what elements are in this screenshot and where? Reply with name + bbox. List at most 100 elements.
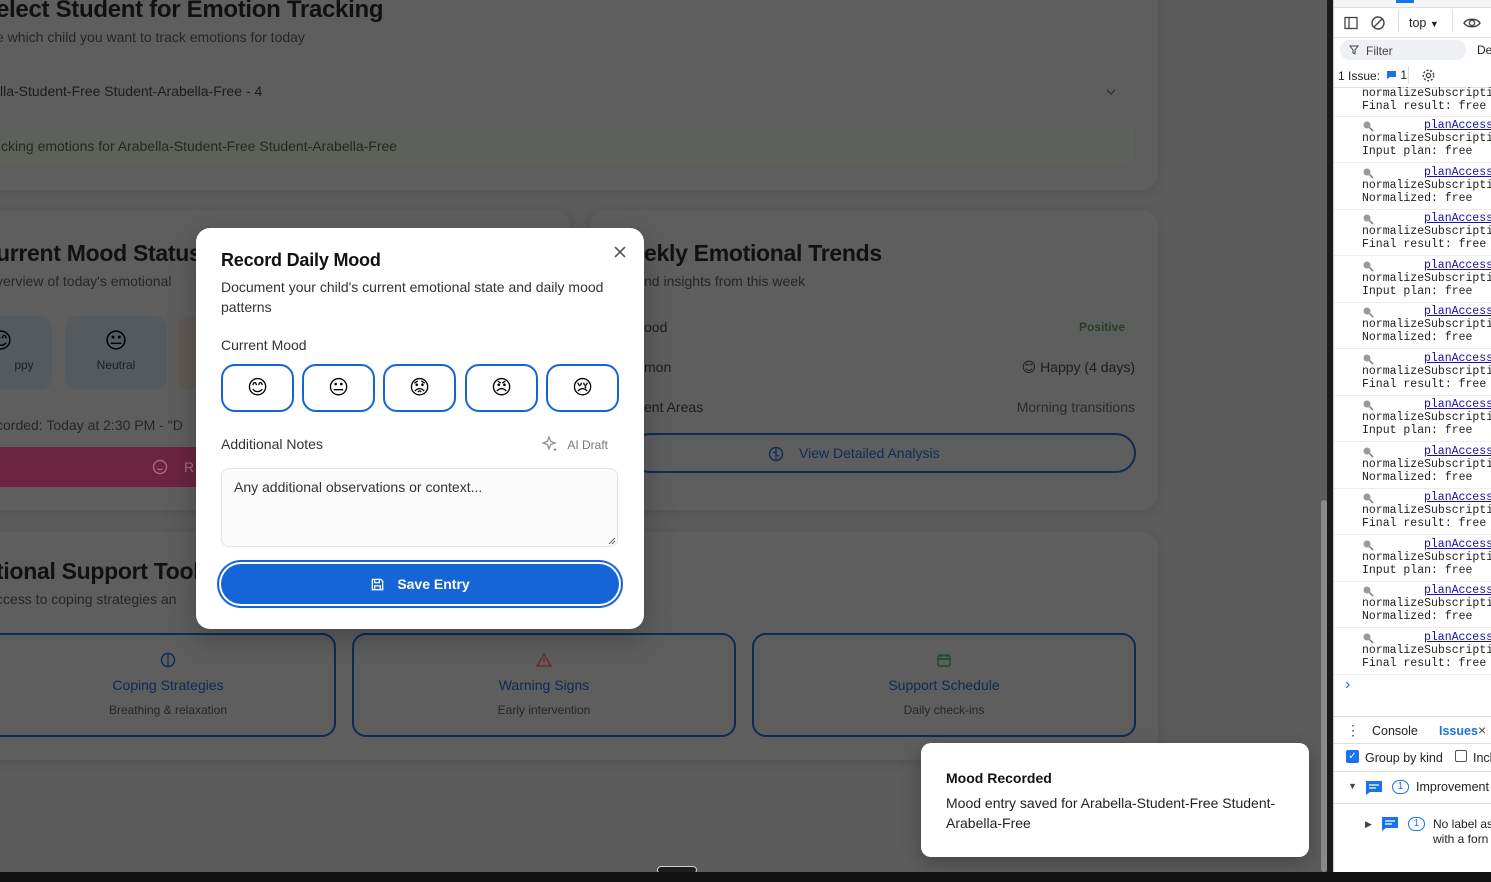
log-source-link[interactable]: planAccess [1424, 166, 1491, 179]
mood-option-happy[interactable]: 😊 [221, 364, 294, 412]
tool-card-subtitle: Breathing & relaxation [108, 703, 228, 717]
mood-option-neutral[interactable]: 😐 [302, 364, 375, 412]
group-by-kind-checkbox[interactable]: ✓ [1346, 750, 1359, 763]
log-function: normalizeSubscriptio [1362, 132, 1491, 145]
toolbar-divider [1398, 10, 1399, 32]
log-source-link[interactable]: planAccess [1424, 491, 1491, 504]
additional-notes-field[interactable] [221, 468, 618, 547]
mood-chip-emoji: 😐 [104, 328, 128, 353]
default-levels-select[interactable]: De [1477, 43, 1491, 57]
magnifier-icon[interactable] [1362, 120, 1374, 132]
issue-group-improvement[interactable]: ▼ 1 Improvement [1334, 772, 1491, 804]
trend-row-improvement-areas: ent Areas Morning transitions [644, 396, 1135, 420]
log-source-link[interactable]: planAccess [1424, 398, 1491, 411]
log-source-link[interactable]: planAccess [1424, 352, 1491, 365]
magnifier-icon[interactable] [1362, 213, 1374, 225]
tab-console[interactable]: Console [1372, 724, 1418, 738]
issue-count-badge: 1 [1408, 817, 1425, 831]
devtools-panel: top ▼ Filter De 1 Issue: 1 normalizeSubs… [1333, 0, 1491, 872]
save-icon [372, 578, 384, 591]
coping-strategies-card[interactable]: Coping Strategies Breathing & relaxation [0, 633, 336, 737]
context-select[interactable]: top ▼ [1409, 16, 1439, 30]
support-schedule-card[interactable]: Support Schedule Daily check-ins [752, 633, 1136, 737]
mood-chip-happy: 😊 ppy [0, 316, 52, 390]
magnifier-icon[interactable] [1362, 446, 1374, 458]
brain-icon [160, 652, 176, 668]
mood-option-worried[interactable]: 😟 [383, 364, 456, 412]
magnifier-icon[interactable] [1362, 585, 1374, 597]
settings-gear-icon[interactable] [1421, 68, 1436, 83]
log-function: normalizeSubscriptio [1362, 225, 1491, 238]
magnifier-icon[interactable] [1362, 632, 1374, 644]
log-message: Normalized: free [1362, 191, 1473, 205]
log-function: normalizeSubscriptio [1362, 550, 1491, 564]
save-entry-label: Save Entry [397, 576, 470, 592]
log-source-link[interactable]: planAccess [1424, 538, 1491, 551]
log-message: Input plan: free [1362, 284, 1473, 298]
view-detailed-analysis-button[interactable]: View Detailed Analysis [630, 433, 1136, 473]
eye-icon[interactable] [1462, 14, 1482, 32]
trend-row-overall-mood: ood Positive [644, 316, 1135, 340]
log-source-link[interactable]: planAccess [1424, 119, 1491, 132]
console-log-entry: planAccess normalizeSubscriptio Normalized… [1334, 303, 1491, 349]
trend-row-most-common: mon 😊 Happy (4 days) [644, 356, 1135, 380]
log-message: Final result: free [1362, 656, 1487, 670]
magnifier-icon[interactable] [1362, 399, 1374, 411]
close-icon[interactable] [612, 244, 628, 260]
issues-link[interactable]: 1 [1386, 68, 1407, 82]
magnifier-icon[interactable] [1362, 306, 1374, 318]
console-log-entry: planAccess normalizeSubscriptio Input plan… [1334, 117, 1491, 163]
log-source-link[interactable]: planAccess [1424, 445, 1491, 458]
tab-issues[interactable]: Issues [1439, 724, 1478, 738]
log-source-link[interactable]: planAccess [1424, 259, 1491, 272]
mood-option-angry[interactable]: 😠 [465, 364, 538, 412]
warning-signs-card[interactable]: Warning Signs Early intervention [352, 633, 736, 737]
magnifier-icon[interactable] [1362, 492, 1374, 504]
log-source-link[interactable]: planAccess [1424, 305, 1491, 318]
magnifier-icon[interactable] [1362, 167, 1374, 179]
magnifier-icon[interactable] [1362, 260, 1374, 272]
ai-draft-button[interactable]: AI Draft [541, 435, 608, 453]
support-tools-subtitle: ccess to coping strategies an [0, 591, 177, 607]
log-source-link[interactable]: planAccess [1424, 631, 1491, 644]
student-select[interactable]: lla-Student-Free Student-Arabella-Free -… [0, 72, 1140, 112]
resize-grip-icon[interactable] [606, 535, 616, 545]
trend-key: ent Areas [644, 399, 704, 415]
console-prompt[interactable]: › [1345, 676, 1350, 694]
include-checkbox[interactable] [1455, 750, 1467, 762]
clear-console-icon[interactable] [1370, 15, 1386, 31]
log-function: normalizeSubscriptio [1362, 271, 1491, 285]
sidebar-toggle-icon[interactable] [1343, 15, 1359, 31]
dropdown-arrow-icon: ▼ [1429, 19, 1439, 29]
trend-key: mon [644, 359, 672, 375]
log-function: normalizeSubscriptio [1362, 364, 1491, 378]
save-entry-button[interactable]: Save Entry [221, 564, 619, 604]
magnifier-icon[interactable] [1362, 539, 1374, 551]
dialog-description: Document your child's current emotional … [221, 279, 604, 315]
toast-message: Mood entry saved for Arabella-Student-Fr… [946, 795, 1276, 831]
weekly-trends-subtitle: nd insights from this week [644, 273, 806, 289]
log-message: Normalized: free [1362, 470, 1473, 484]
magnifier-icon[interactable] [1362, 353, 1374, 365]
filter-input[interactable]: Filter [1340, 40, 1466, 60]
log-source-link[interactable]: planAccess [1424, 212, 1491, 225]
page-scrollbar[interactable] [1321, 500, 1327, 872]
log-message: Normalized: free [1362, 610, 1473, 623]
toast-title: Mood Recorded [946, 770, 1052, 786]
issue-item[interactable]: ▶ 1 No label as with a forn [1334, 804, 1491, 850]
log-function: normalizeSubscriptio [1362, 457, 1491, 471]
log-source-link[interactable]: planAccess [1424, 584, 1491, 597]
record-mood-button-label: R [184, 459, 195, 475]
drawer-menu-icon[interactable]: ⋮ [1346, 722, 1360, 739]
close-tab-icon[interactable]: × [1478, 722, 1486, 738]
log-function: normalizeSubscriptio [1362, 178, 1491, 192]
mood-chip-label: ppy [14, 358, 34, 372]
trend-value: 😊 Happy (4 days) [1021, 359, 1135, 375]
log-message: Final result: free [1362, 238, 1487, 251]
record-mood-button[interactable]: R [0, 447, 210, 487]
log-function: normalizeSubscriptio [1362, 318, 1491, 331]
mood-chip-emoji: 😊 [0, 328, 13, 353]
issues-options-bar: ✓ Group by kind Incl [1334, 744, 1491, 772]
log-function: normalizeSubscriptio [1362, 504, 1491, 517]
mood-option-sad[interactable]: 😢 [546, 364, 619, 412]
